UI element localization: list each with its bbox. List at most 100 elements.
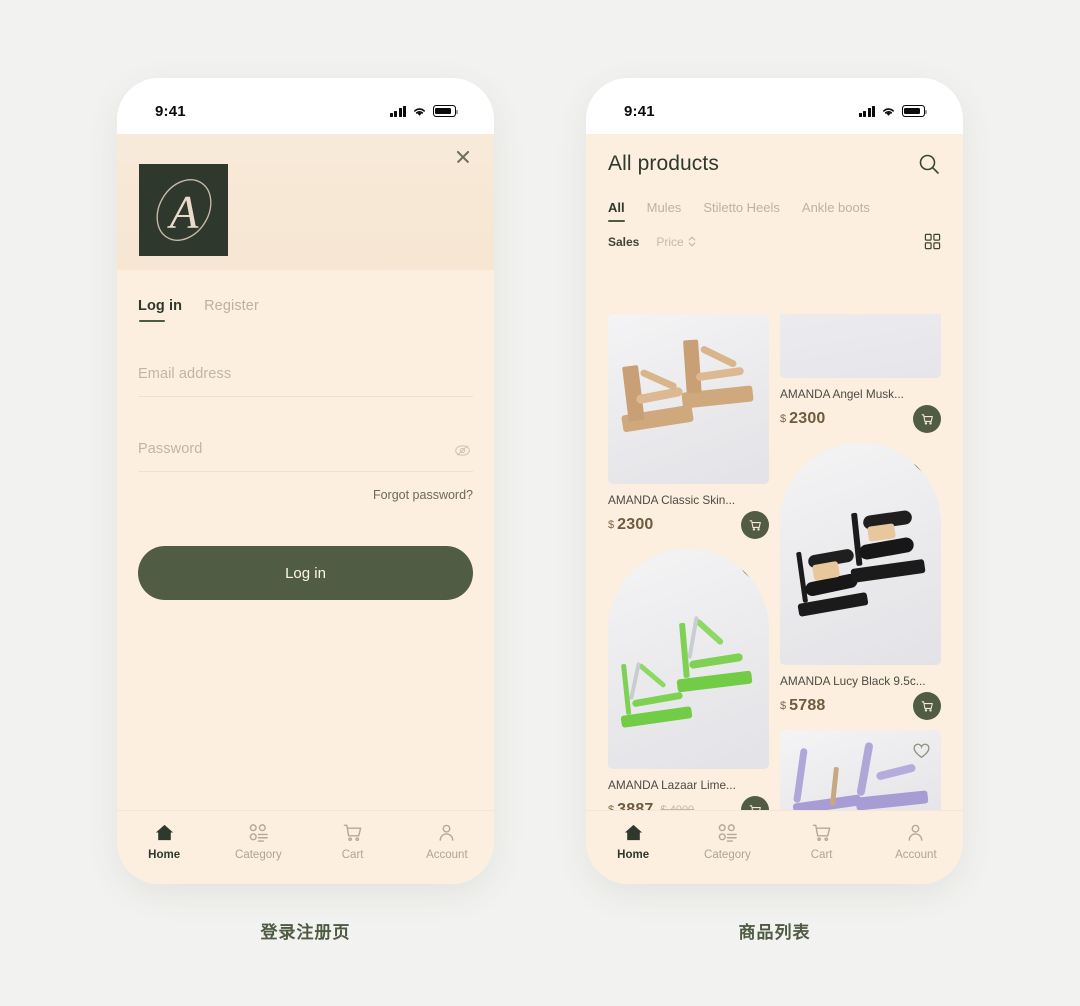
product-card[interactable]: AMANDA Angel Musk... $ 2300 bbox=[780, 314, 941, 433]
cart-icon bbox=[749, 520, 761, 531]
product-price-row: $ 5788 bbox=[780, 692, 941, 720]
sort-price-label: Price bbox=[656, 234, 684, 249]
eye-off-icon[interactable] bbox=[454, 442, 471, 459]
product-list-header: All products All Mules Stiletto Heels An… bbox=[586, 134, 963, 258]
brand-logo: A bbox=[139, 164, 228, 256]
product-price: 5788 bbox=[789, 697, 826, 714]
logo-letter-a-icon: A bbox=[156, 179, 211, 241]
title-row: All products bbox=[608, 152, 941, 176]
login-app-body: A Log in Register Email address Password bbox=[117, 134, 494, 884]
product-currency: $ bbox=[780, 700, 787, 712]
auth-tabs: Log in Register bbox=[138, 270, 473, 323]
product-image-classic-skin[interactable] bbox=[608, 314, 769, 484]
tab-bar-item-cart[interactable]: Cart bbox=[775, 821, 869, 861]
tab-bar-label-category: Category bbox=[235, 849, 282, 861]
wifi-icon bbox=[414, 107, 425, 116]
tab-bar-label-home: Home bbox=[148, 849, 181, 861]
email-field[interactable]: Email address bbox=[138, 366, 473, 397]
phone-mockup-login: 9:41 A Log in Register Email address Pas… bbox=[117, 78, 494, 884]
tab-bar-label-cart: Cart bbox=[341, 849, 364, 861]
product-name: AMANDA Classic Skin... bbox=[608, 493, 736, 507]
tab-bar-item-cart[interactable]: Cart bbox=[306, 821, 400, 861]
account-person-icon bbox=[436, 821, 457, 844]
product-column-left: AMANDA Classic Skin... $ 2300 AMANDA Laz… bbox=[608, 314, 769, 884]
tab-bar-label-home: Home bbox=[617, 849, 650, 861]
category-grid-icon bbox=[717, 821, 738, 844]
tab-bar-label-category: Category bbox=[704, 849, 751, 861]
cart-icon bbox=[342, 821, 363, 844]
tab-register[interactable]: Register bbox=[204, 298, 259, 322]
cart-icon bbox=[921, 701, 933, 712]
sort-price[interactable]: Price bbox=[656, 234, 696, 249]
forgot-password-link[interactable]: Forgot password? bbox=[138, 488, 473, 502]
tab-bar-item-category[interactable]: Category bbox=[211, 821, 305, 861]
status-bar-right: 9:41 bbox=[586, 78, 963, 134]
products-app-body: AMANDA Classic Skin... $ 2300 AMANDA Laz… bbox=[586, 134, 963, 884]
caption-login: 登录注册页 bbox=[260, 923, 351, 942]
heart-outline-icon[interactable] bbox=[913, 456, 930, 472]
product-card[interactable]: AMANDA Lazaar Lime... $ 3887 $ 4000 bbox=[608, 549, 769, 824]
product-list-screen: 9:41 AMANDA Classic Skin... $ 2300 AMAND… bbox=[586, 78, 963, 884]
signal-bars-icon bbox=[859, 105, 875, 117]
product-currency: $ bbox=[780, 413, 787, 425]
sort-arrows-icon bbox=[688, 236, 696, 247]
home-icon bbox=[623, 821, 644, 844]
cart-icon bbox=[811, 821, 832, 844]
tab-bar-item-account[interactable]: Account bbox=[869, 821, 963, 861]
product-price-row: $ 2300 bbox=[608, 511, 769, 539]
sort-sales[interactable]: Sales bbox=[608, 235, 639, 249]
add-to-cart-button[interactable] bbox=[741, 511, 769, 539]
product-image-lucy-black[interactable] bbox=[780, 443, 941, 665]
sort-filter-row: Sales Price bbox=[608, 233, 941, 258]
category-grid-icon bbox=[248, 821, 269, 844]
product-image-lazaar-lime[interactable] bbox=[608, 549, 769, 769]
product-currency: $ bbox=[608, 519, 615, 531]
password-placeholder: Password bbox=[138, 441, 203, 457]
bottom-tab-bar-left: Home Category Cart Account bbox=[117, 810, 494, 884]
signal-bars-icon bbox=[390, 105, 406, 117]
tab-bar-item-home[interactable]: Home bbox=[586, 821, 680, 861]
home-icon bbox=[154, 821, 175, 844]
product-image-angel-musk[interactable] bbox=[780, 314, 941, 378]
status-bar-left: 9:41 bbox=[117, 78, 494, 134]
category-tab-ankle-boots[interactable]: Ankle boots bbox=[802, 200, 870, 222]
log-in-button[interactable]: Log in bbox=[138, 546, 473, 600]
product-card[interactable]: AMANDA Lucy Black 9.5c... $ 5788 bbox=[780, 443, 941, 720]
product-price-row: $ 2300 bbox=[780, 405, 941, 433]
caption-products: 商品列表 bbox=[738, 923, 811, 942]
product-column-right: AMANDA Angel Musk... $ 2300 AMANDA Lucy … bbox=[780, 314, 941, 840]
add-to-cart-button[interactable] bbox=[913, 405, 941, 433]
search-icon[interactable] bbox=[917, 152, 941, 176]
svg-text:A: A bbox=[166, 187, 198, 239]
status-bar-icons bbox=[390, 105, 459, 117]
add-to-cart-button[interactable] bbox=[913, 692, 941, 720]
sort-sales-label: Sales bbox=[608, 234, 640, 249]
status-bar-icons-right bbox=[859, 105, 928, 117]
wifi-icon bbox=[883, 107, 894, 116]
password-field[interactable]: Password bbox=[138, 441, 473, 472]
product-card[interactable]: AMANDA Classic Skin... $ 2300 bbox=[608, 314, 769, 539]
product-price: 2300 bbox=[789, 410, 826, 427]
tab-bar-label-account: Account bbox=[426, 849, 468, 861]
page-root: 9:41 A Log in Register Email address Pas… bbox=[0, 0, 1080, 1006]
close-icon[interactable] bbox=[453, 147, 473, 167]
grid-view-icon[interactable] bbox=[924, 233, 941, 250]
category-tabs: All Mules Stiletto Heels Ankle boots bbox=[608, 200, 941, 222]
product-name: AMANDA Lazaar Lime... bbox=[608, 778, 736, 792]
category-tab-stiletto-heels[interactable]: Stiletto Heels bbox=[703, 200, 780, 222]
category-tab-mules[interactable]: Mules bbox=[647, 200, 682, 222]
product-name: AMANDA Angel Musk... bbox=[780, 387, 904, 401]
tab-bar-item-category[interactable]: Category bbox=[680, 821, 774, 861]
tab-bar-item-home[interactable]: Home bbox=[117, 821, 211, 861]
login-form-card: Log in Register Email address Password F… bbox=[117, 270, 494, 884]
tab-log-in[interactable]: Log in bbox=[138, 298, 182, 323]
heart-outline-icon[interactable] bbox=[741, 562, 758, 578]
email-placeholder: Email address bbox=[138, 366, 232, 382]
tab-bar-item-account[interactable]: Account bbox=[400, 821, 494, 861]
category-tab-all[interactable]: All bbox=[608, 200, 625, 222]
cart-icon bbox=[921, 414, 933, 425]
product-grid[interactable]: AMANDA Classic Skin... $ 2300 AMANDA Laz… bbox=[586, 314, 963, 884]
account-person-icon bbox=[905, 821, 926, 844]
phone-mockup-products: 9:41 AMANDA Classic Skin... $ 2300 AMAND… bbox=[586, 78, 963, 884]
heart-outline-icon[interactable] bbox=[913, 743, 930, 759]
